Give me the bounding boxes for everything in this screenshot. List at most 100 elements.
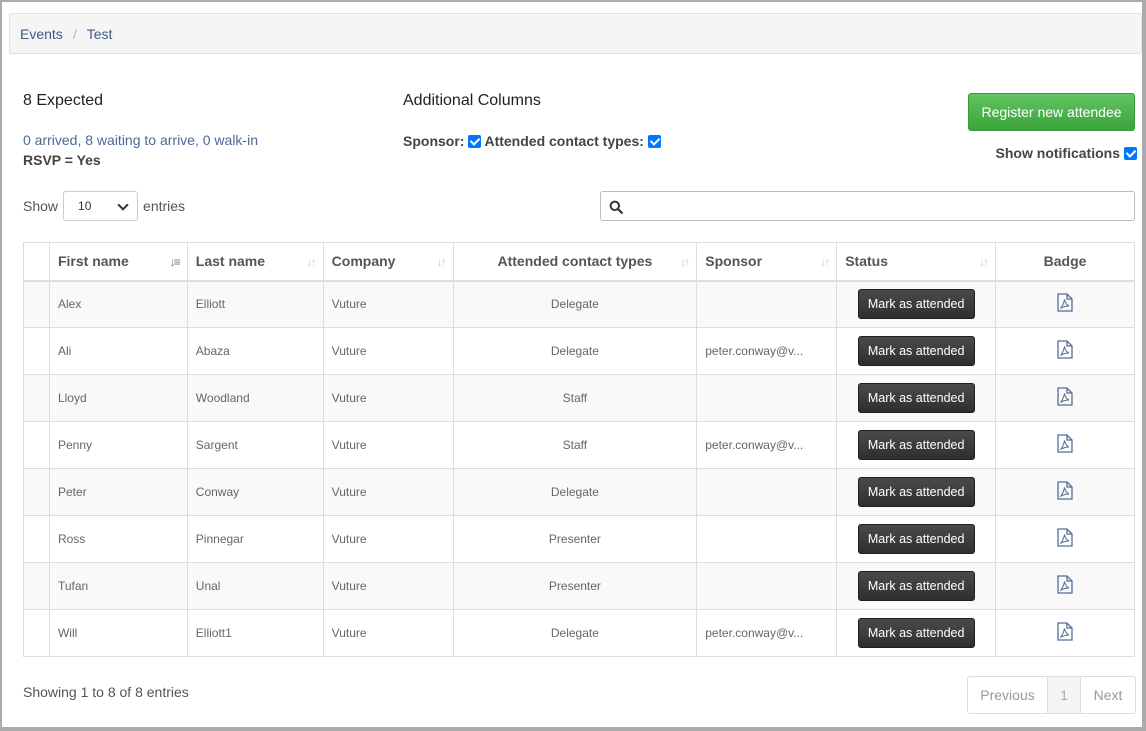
arrival-summary: 0 arrived, 8 waiting to arrive, 0 walk-i… xyxy=(23,132,258,148)
contact-types-column-checkbox[interactable] xyxy=(647,134,661,148)
pdf-file-icon[interactable] xyxy=(1057,387,1073,409)
breadcrumb-events[interactable]: Events xyxy=(20,26,63,42)
badge-cell xyxy=(995,421,1135,469)
first-name-cell: Tufan xyxy=(48,562,188,610)
page-button-1[interactable]: 1 xyxy=(1048,677,1081,713)
sponsor-cell: peter.conway@v... xyxy=(696,421,838,469)
badge-cell xyxy=(995,374,1135,422)
status-cell: Mark as attended xyxy=(836,374,997,422)
attendee-table: First name ↓≡ Last name ↓↑ Company ↓↑ Atten… xyxy=(23,242,1135,657)
mark-as-attended-button[interactable]: Mark as attended xyxy=(857,618,975,648)
sponsor-column-checkbox[interactable] xyxy=(468,134,482,148)
status-cell: Mark as attended xyxy=(836,280,997,328)
badge-cell xyxy=(995,515,1135,563)
pdf-file-icon[interactable] xyxy=(1057,293,1073,315)
page-length-control: Show 10 entries xyxy=(23,191,185,221)
last-name-cell: Conway xyxy=(186,468,324,516)
badge-cell xyxy=(995,280,1135,328)
row-select-cell[interactable] xyxy=(23,468,50,516)
header-company[interactable]: Company ↓↑ xyxy=(322,242,454,282)
status-cell: Mark as attended xyxy=(836,562,997,610)
header-first-name[interactable]: First name ↓≡ xyxy=(48,242,188,282)
sponsor-cell xyxy=(696,468,838,516)
table-row: Will Elliott1 Vuture Delegate peter.conway@v… xyxy=(23,609,1135,657)
header-contact-types[interactable]: Attended contact types ↓↑ xyxy=(452,242,698,282)
sort-icon: ↓↑ xyxy=(680,255,690,269)
mark-as-attended-button[interactable]: Mark as attended xyxy=(857,524,975,554)
status-cell: Mark as attended xyxy=(836,421,997,469)
pdf-file-icon[interactable] xyxy=(1057,575,1073,597)
page-frame: Events / Test 8 Expected 0 arrived, 8 wa… xyxy=(2,2,1142,727)
contact-type-cell: Presenter xyxy=(452,562,698,610)
page-length-select[interactable]: 10 xyxy=(63,191,139,221)
company-cell: Vuture xyxy=(322,280,454,328)
sort-icon: ↓↑ xyxy=(436,255,447,269)
breadcrumb-test[interactable]: Test xyxy=(87,26,113,42)
row-select-cell[interactable] xyxy=(23,515,50,563)
row-select-cell[interactable] xyxy=(23,374,50,422)
table-row: Alex Elliott Vuture Delegate Mark as attende… xyxy=(23,280,1135,328)
table-row: Penny Sargent Vuture Staff peter.conway@v...… xyxy=(23,421,1135,469)
contact-type-cell: Staff xyxy=(452,374,698,422)
first-name-cell: Alex xyxy=(48,280,188,328)
header-select xyxy=(23,242,50,282)
register-attendee-button[interactable]: Register new attendee xyxy=(968,93,1135,131)
header-sponsor[interactable]: Sponsor ↓↑ xyxy=(696,242,838,282)
status-cell: Mark as attended xyxy=(836,515,997,563)
company-cell: Vuture xyxy=(322,562,454,610)
row-select-cell[interactable] xyxy=(23,280,50,328)
page-length-value: 10 xyxy=(78,199,92,213)
first-name-cell: Ali xyxy=(48,327,188,375)
badge-cell xyxy=(995,468,1135,516)
previous-page-button[interactable]: Previous xyxy=(968,677,1048,713)
company-cell: Vuture xyxy=(322,421,454,469)
last-name-cell: Abaza xyxy=(186,327,324,375)
header-last-name[interactable]: Last name ↓↑ xyxy=(186,242,324,282)
table-row: Tufan Unal Vuture Presenter Mark as attended xyxy=(23,562,1135,610)
pdf-file-icon[interactable] xyxy=(1057,340,1073,362)
search-icon xyxy=(609,200,623,214)
pdf-file-icon[interactable] xyxy=(1057,481,1073,503)
company-cell: Vuture xyxy=(322,515,454,563)
header-status[interactable]: Status ↓↑ xyxy=(836,242,997,282)
row-select-cell[interactable] xyxy=(23,609,50,657)
show-notifications: Show notifications xyxy=(996,145,1137,161)
pdf-file-icon[interactable] xyxy=(1057,528,1073,550)
last-name-cell: Woodland xyxy=(186,374,324,422)
sort-ascending-icon: ↓≡ xyxy=(169,255,181,269)
mark-as-attended-button[interactable]: Mark as attended xyxy=(857,289,975,320)
show-notifications-checkbox[interactable] xyxy=(1124,146,1137,160)
first-name-cell: Ross xyxy=(48,515,188,563)
row-select-cell[interactable] xyxy=(23,327,50,375)
rsvp-filter: RSVP = Yes xyxy=(23,152,101,168)
sponsor-cell xyxy=(696,562,838,610)
chevron-down-icon xyxy=(117,199,129,211)
pdf-file-icon[interactable] xyxy=(1057,434,1073,456)
show-label: Show xyxy=(23,198,59,214)
mark-as-attended-button[interactable]: Mark as attended xyxy=(857,571,975,601)
badge-cell xyxy=(995,609,1135,657)
mark-as-attended-button[interactable]: Mark as attended xyxy=(857,383,975,413)
pagination: Previous 1 Next xyxy=(967,676,1136,714)
company-cell: Vuture xyxy=(322,609,454,657)
row-select-cell[interactable] xyxy=(23,421,50,469)
mark-as-attended-button[interactable]: Mark as attended xyxy=(857,336,975,366)
sponsor-column-label: Sponsor: xyxy=(403,133,465,149)
status-cell: Mark as attended xyxy=(836,609,997,657)
mark-as-attended-button[interactable]: Mark as attended xyxy=(857,477,975,507)
last-name-cell: Elliott xyxy=(186,280,324,328)
row-select-cell[interactable] xyxy=(23,562,50,610)
table-row: Ross Pinnegar Vuture Presenter Mark as atten… xyxy=(23,515,1135,563)
sort-icon: ↓↑ xyxy=(820,255,830,269)
pdf-file-icon[interactable] xyxy=(1057,622,1073,644)
mark-as-attended-button[interactable]: Mark as attended xyxy=(857,430,975,460)
company-cell: Vuture xyxy=(322,468,454,516)
search-input[interactable] xyxy=(600,191,1135,221)
breadcrumb-separator: / xyxy=(72,25,77,42)
breadcrumb: Events / Test xyxy=(9,13,1142,54)
last-name-cell: Pinnegar xyxy=(186,515,324,563)
next-page-button[interactable]: Next xyxy=(1081,677,1135,713)
show-notifications-label: Show notifications xyxy=(995,145,1120,161)
contact-type-cell: Delegate xyxy=(452,468,698,516)
contact-types-column-label: Attended contact types: xyxy=(484,133,644,149)
